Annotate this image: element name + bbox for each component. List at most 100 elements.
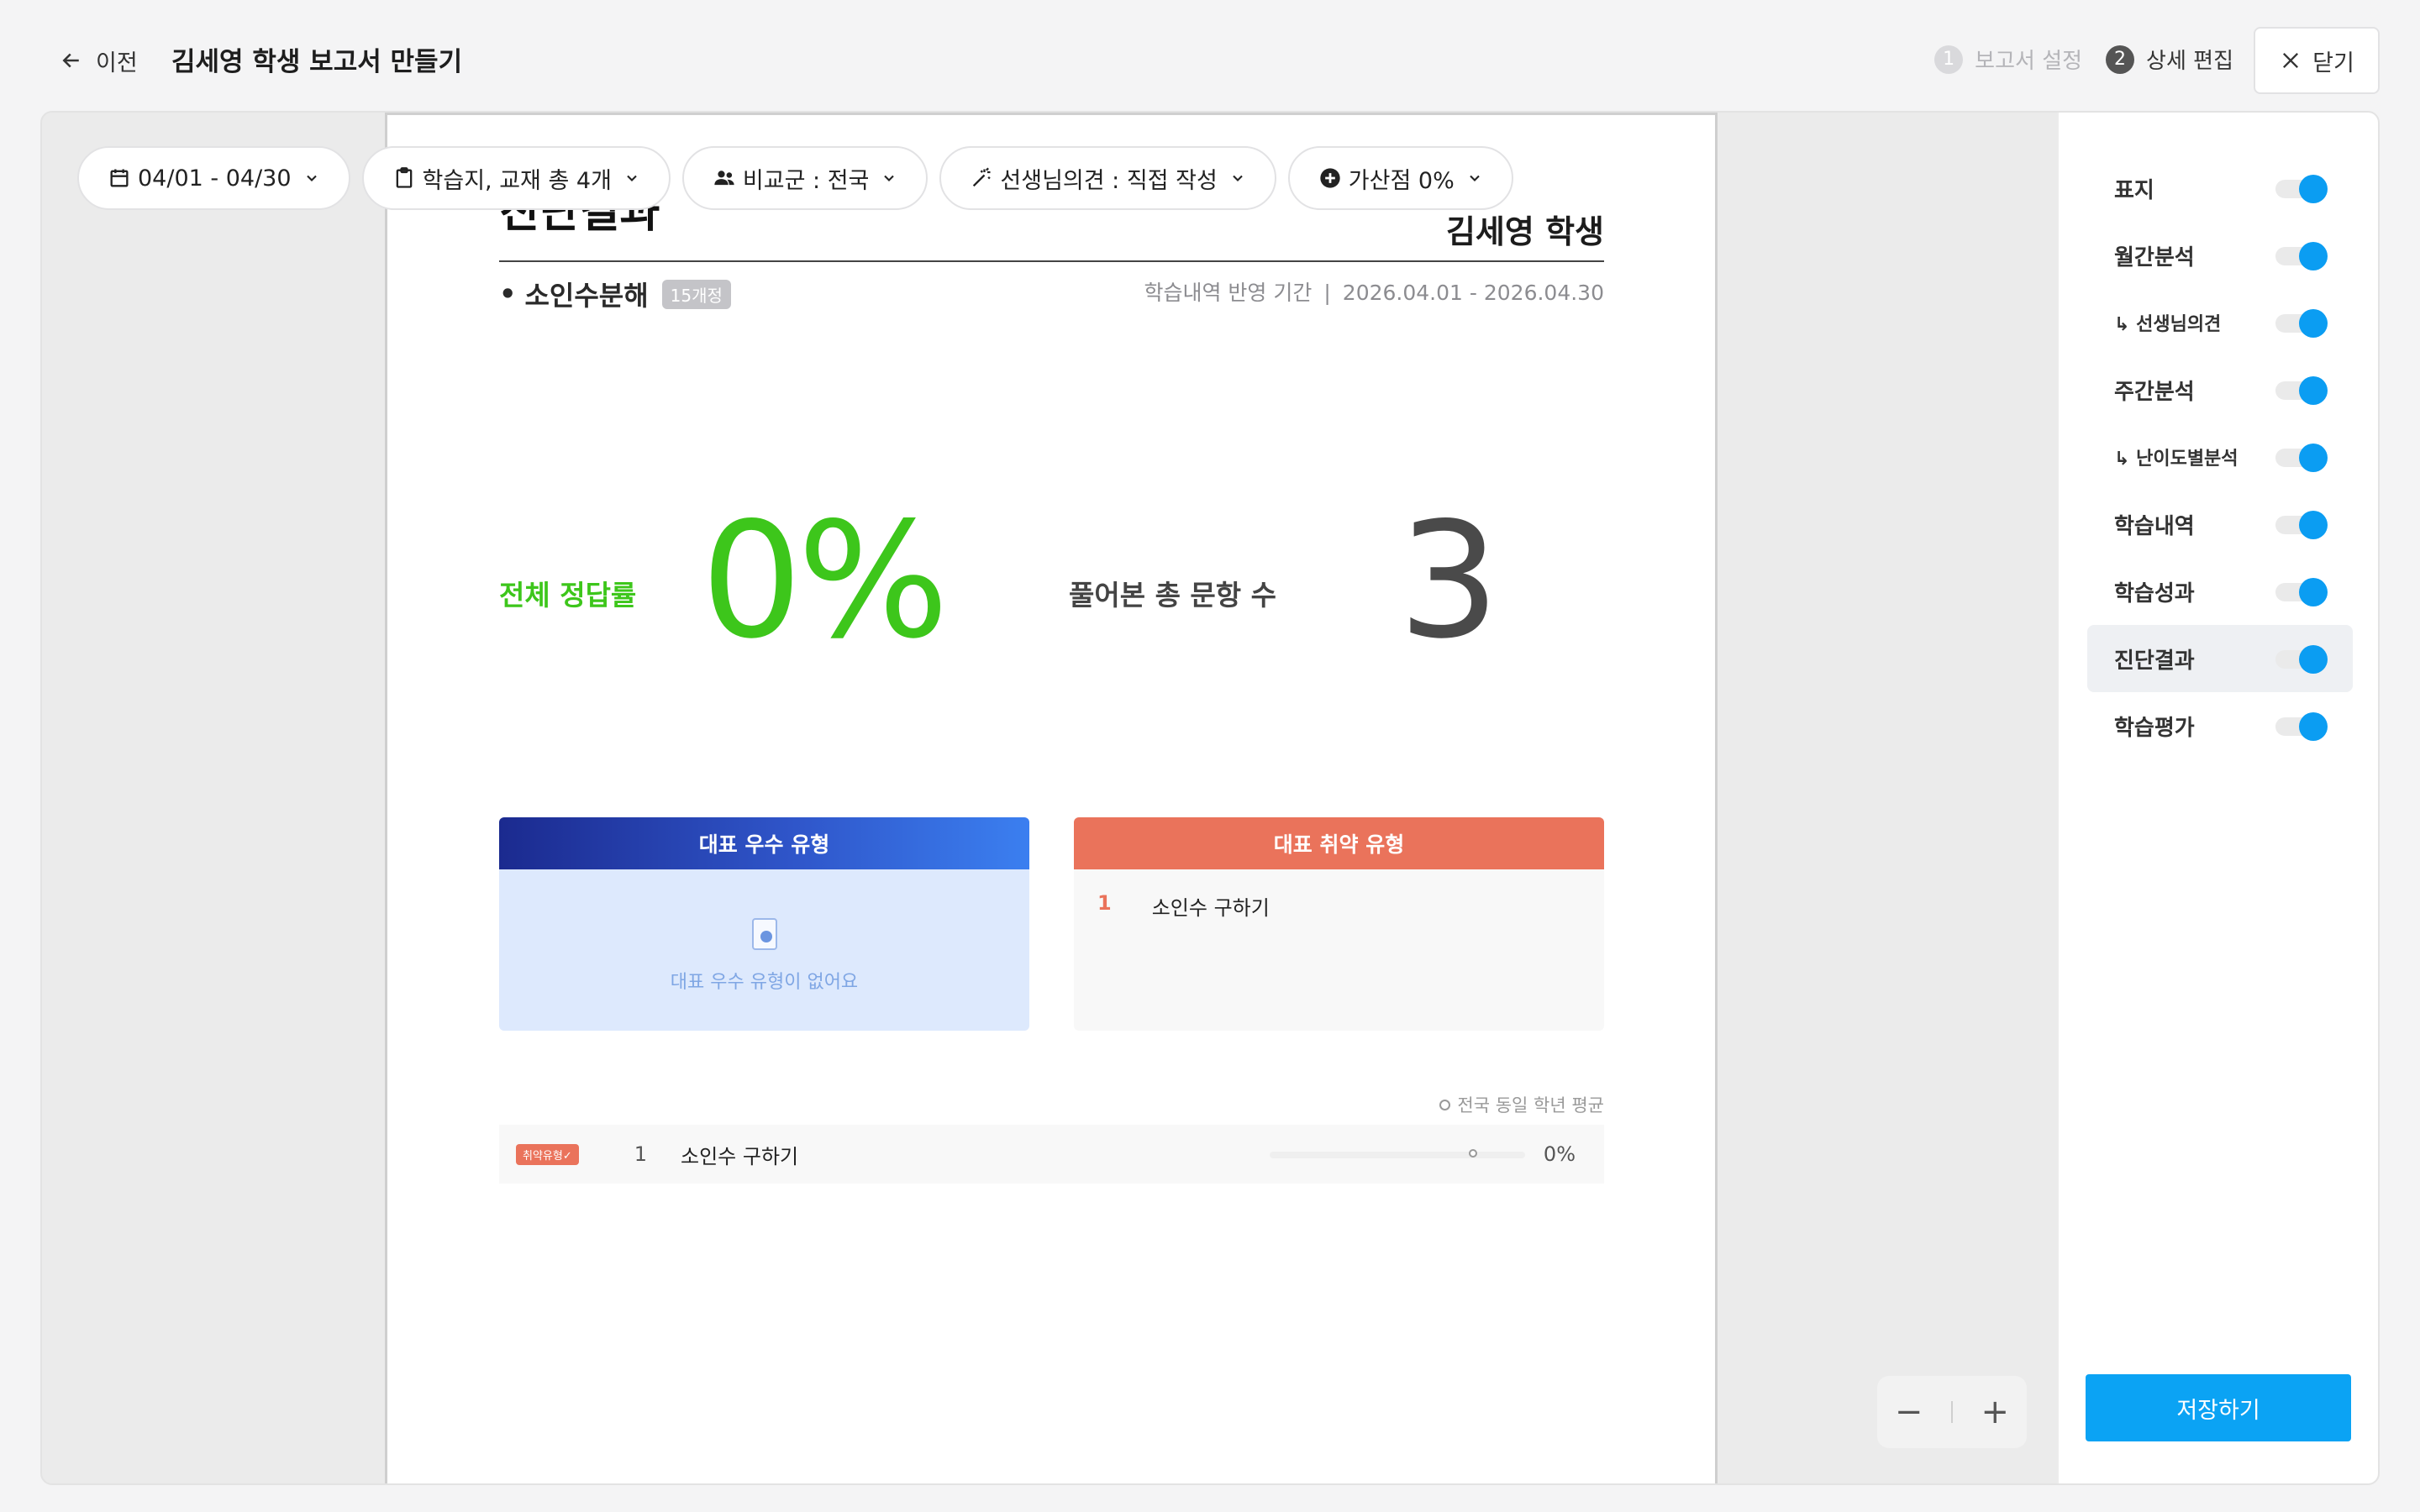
section-toggle-switch[interactable] — [2275, 444, 2328, 472]
switch-knob — [2299, 309, 2328, 338]
learning-period: 학습내역 반영 기간 | 2026.04.01 - 2026.04.30 — [1144, 276, 1604, 307]
bullet-icon: • — [499, 278, 517, 310]
section-toggle-label: 주간분석 — [2114, 379, 2195, 405]
back-label: 이전 — [96, 50, 138, 76]
page-title: 김세영 학생 보고서 만들기 — [171, 47, 463, 77]
unit-line: • 소인수분해 15개정 — [499, 275, 731, 313]
section-toggle-label: ↳ 선생님의견 — [2114, 314, 2222, 335]
step-number: 2 — [2106, 45, 2135, 74]
switch-knob — [2299, 175, 2328, 203]
teacher-opinion-filter[interactable]: 선생님의견 : 직접 작성 — [939, 146, 1276, 210]
switch-knob — [2299, 645, 2328, 674]
bonus-score-filter[interactable]: 가산점 0% — [1287, 146, 1513, 210]
comparison-group-filter[interactable]: 비교군 : 전국 — [681, 146, 929, 210]
switch-knob — [2299, 376, 2328, 405]
accuracy-bar — [1270, 1149, 1525, 1158]
accuracy-label: 전체 정답률 — [499, 579, 637, 612]
section-toggle-switch[interactable] — [2275, 645, 2328, 674]
editor-workspace: 진단결과 김세영 학생 • 소인수분해 15개정 학습내역 반영 기간 | 2026… — [40, 111, 2380, 1485]
close-label: 닫기 — [2312, 50, 2354, 76]
section-toggle-label: 학습성과 — [2114, 580, 2195, 606]
average-legend-label: 전국 동일 학년 평균 — [1457, 1095, 1604, 1116]
magic-wand-icon — [973, 167, 992, 187]
zoom-in-button[interactable]: + — [1974, 1395, 2016, 1429]
section-toggle-row[interactable]: 표지 — [2087, 155, 2353, 222]
section-toggle-row[interactable]: 진단결과 — [2087, 625, 2353, 692]
save-button[interactable]: 저장하기 — [2086, 1374, 2351, 1441]
section-toggle-row[interactable]: 학습성과 — [2087, 558, 2353, 625]
calendar-icon — [110, 169, 129, 187]
curriculum-badge: 15개정 — [661, 279, 731, 309]
zoom-control: − + — [1877, 1376, 2027, 1448]
section-toggle-switch[interactable] — [2275, 175, 2328, 203]
close-icon — [2283, 53, 2299, 68]
zoom-out-button[interactable]: − — [1888, 1395, 1930, 1429]
switch-knob — [2299, 511, 2328, 539]
weak-type-title: 대표 취약 유형 — [1074, 817, 1604, 869]
clipboard-icon — [396, 167, 412, 188]
section-toggle-row[interactable]: 학습내역 — [2087, 491, 2353, 558]
period-separator: | — [1323, 281, 1331, 305]
date-range-value: 04/01 - 04/30 — [138, 165, 292, 192]
section-toggle-row[interactable]: ↳ 선생님의견 — [2087, 289, 2353, 356]
section-toggle-label: 학습평가 — [2114, 715, 2195, 741]
section-toggle-switch[interactable] — [2275, 712, 2328, 741]
section-toggle-switch[interactable] — [2275, 376, 2328, 405]
empty-document-icon — [751, 918, 777, 950]
close-button[interactable]: 닫기 — [2254, 27, 2380, 94]
chevron-down-icon — [306, 175, 317, 181]
section-toggle-switch[interactable] — [2275, 578, 2328, 606]
unit-name: 소인수분해 — [524, 280, 649, 312]
people-icon — [714, 171, 734, 186]
zoom-divider — [1950, 1401, 1953, 1423]
average-marker-icon — [1439, 1099, 1451, 1110]
section-toggle-switch[interactable] — [2275, 242, 2328, 270]
weak-rank: 1 — [1097, 891, 1112, 915]
report-page: 진단결과 김세영 학생 • 소인수분해 15개정 학습내역 반영 기간 | 2026… — [385, 113, 1718, 1483]
section-toggle-label: 월간분석 — [2114, 244, 2195, 270]
section-toggle-row[interactable]: 주간분석 — [2087, 356, 2353, 423]
student-name: 김세영 학생 — [1445, 213, 1604, 250]
section-settings-panel: 표지월간분석 ↳ 선생님의견주간분석 ↳ 난이도별분석학습내역학습성과진단결과학습평… — [2057, 113, 2378, 1483]
step-indicator: 1 보고서 설정 2 상세 편집 — [1934, 44, 2233, 75]
step-label: 상세 편집 — [2146, 49, 2233, 74]
weak-name: 소인수 구하기 — [1151, 896, 1270, 920]
step-label: 보고서 설정 — [1975, 49, 2083, 74]
chevron-down-icon — [1233, 175, 1243, 181]
section-toggle-row[interactable]: 월간분석 — [2087, 222, 2353, 289]
materials-filter[interactable]: 학습지, 교재 총 4개 — [361, 146, 671, 210]
teacher-opinion-value: 선생님의견 : 직접 작성 — [1000, 167, 1218, 194]
step-report-settings[interactable]: 1 보고서 설정 — [1934, 44, 2082, 75]
section-toggle-label: 학습내역 — [2114, 513, 2195, 539]
section-toggle-switch[interactable] — [2275, 309, 2328, 338]
switch-knob — [2299, 578, 2328, 606]
switch-knob — [2299, 444, 2328, 472]
filter-bar: 04/01 - 04/30 학습지, 교재 총 4개 비교군 : 전국 선생님의… — [77, 146, 1513, 210]
summary-stats: 전체 정답률 0% 풀어본 총 문항 수 3 — [499, 501, 1604, 678]
row-number: 1 — [634, 1142, 648, 1166]
strong-type-title: 대표 우수 유형 — [499, 817, 1029, 869]
table-row: 취약유형✓ 1 소인수 구하기 0% — [499, 1125, 1604, 1184]
accuracy-value: 0% — [701, 488, 949, 674]
period-label: 학습내역 반영 기간 — [1144, 281, 1313, 305]
switch-knob — [2299, 242, 2328, 270]
section-toggle-label: 진단결과 — [2114, 648, 2195, 674]
average-marker — [1469, 1149, 1478, 1158]
step-detail-edit[interactable]: 2 상세 편집 — [2106, 44, 2233, 75]
comparison-value: 비교군 : 전국 — [742, 167, 870, 194]
average-legend: 전국 동일 학년 평균 — [1439, 1092, 1604, 1117]
section-toggle-label: ↳ 난이도별분석 — [2114, 449, 2238, 470]
materials-value: 학습지, 교재 총 4개 — [422, 167, 612, 194]
row-name: 소인수 구하기 — [681, 1144, 799, 1168]
section-toggle-row[interactable]: ↳ 난이도별분석 — [2087, 423, 2353, 491]
bonus-value: 가산점 0% — [1348, 167, 1455, 194]
heading-divider — [499, 260, 1604, 262]
section-toggle-row[interactable]: 학습평가 — [2087, 692, 2353, 759]
strong-type-empty-text: 대표 우수 유형이 없어요 — [670, 972, 859, 993]
section-toggle-list: 표지월간분석 ↳ 선생님의견주간분석 ↳ 난이도별분석학습내역학습성과진단결과학습평… — [2087, 155, 2353, 759]
date-range-filter[interactable]: 04/01 - 04/30 — [77, 146, 350, 210]
weak-type-tag: 취약유형✓ — [516, 1143, 579, 1165]
chevron-down-icon — [1469, 175, 1480, 181]
back-button[interactable]: 이전 — [59, 42, 138, 79]
section-toggle-switch[interactable] — [2275, 511, 2328, 539]
